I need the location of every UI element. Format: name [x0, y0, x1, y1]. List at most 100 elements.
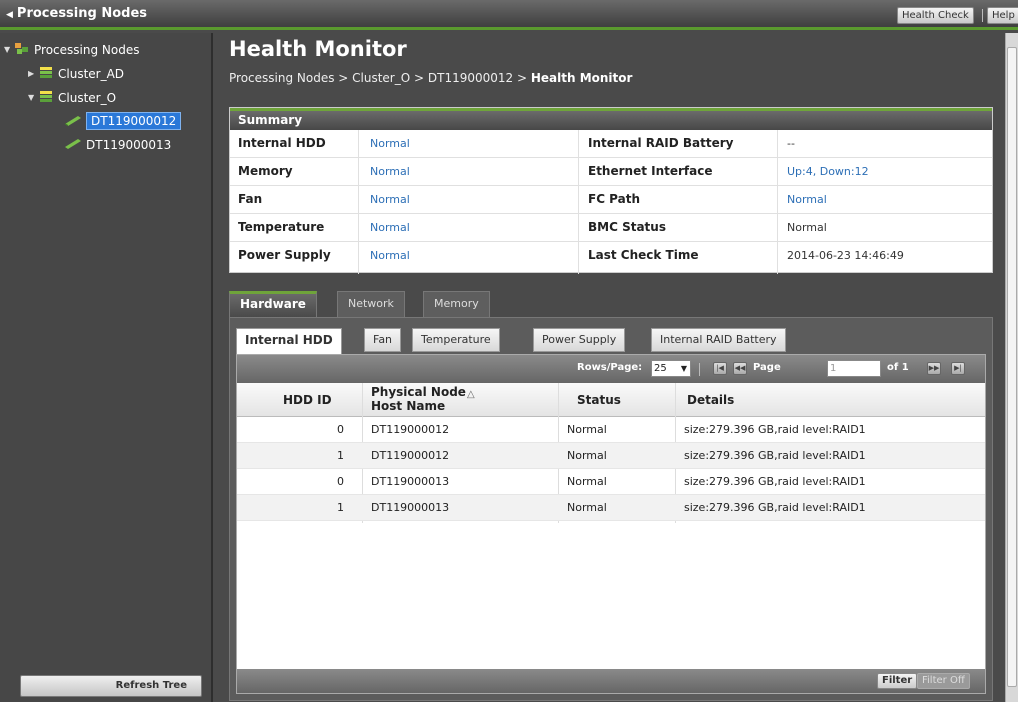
cluster-icon: [38, 65, 54, 82]
expand-arrow-icon[interactable]: ▼: [28, 93, 38, 102]
summary-key: Memory: [238, 164, 293, 178]
vertical-scrollbar[interactable]: [1005, 33, 1018, 702]
summary-row: Power Supply Normal Last Check Time 2014…: [230, 242, 992, 270]
page-label: Page: [753, 362, 781, 373]
tree-item-label: Cluster_AD: [58, 66, 125, 81]
last-page-icon[interactable]: ▶|: [951, 362, 965, 375]
chevron-down-icon: ▼: [680, 364, 687, 373]
first-page-icon[interactable]: |◀: [713, 362, 727, 375]
breadcrumb-path[interactable]: Processing Nodes > Cluster_O > DT1190000…: [229, 71, 531, 85]
summary-value: Normal: [787, 221, 827, 234]
app-frame: ◀ Processing Nodes Health Check Help ▼ Pr…: [0, 0, 1018, 702]
tab-power-supply[interactable]: Power Supply: [533, 328, 626, 352]
summary-value: --: [787, 137, 795, 150]
navigation-tree: ▼ Processing Nodes ▶ Cluster_AD ▼ Cluste…: [0, 33, 213, 702]
tree-item-label: DT119000013: [86, 137, 172, 152]
page-input[interactable]: 1: [827, 360, 881, 377]
filter-off-button[interactable]: Filter Off: [917, 673, 970, 689]
cell-details: size:279.396 GB,raid level:RAID1: [684, 423, 866, 436]
cell-hdd-id: 0: [337, 423, 344, 436]
table-row[interactable]: 1 DT119000012 Normal size:279.396 GB,rai…: [237, 443, 985, 469]
cell-details: size:279.396 GB,raid level:RAID1: [684, 475, 866, 488]
tab-internal-raid-battery[interactable]: Internal RAID Battery: [651, 328, 786, 352]
summary-value[interactable]: Normal: [370, 249, 410, 262]
cell-hdd-id: 1: [337, 501, 344, 514]
tree-item-dt119000013[interactable]: DT119000013: [64, 137, 171, 152]
cell-status: Normal: [567, 475, 607, 488]
rows-per-page-select[interactable]: 25 ▼: [651, 360, 691, 377]
summary-key: Last Check Time: [588, 248, 699, 262]
summary-value[interactable]: Up:4, Down:12: [787, 165, 869, 178]
tab-network[interactable]: Network: [337, 291, 405, 317]
top-bar: ◀ Processing Nodes Health Check Help: [0, 0, 1018, 30]
summary-heading: Summary: [230, 108, 992, 130]
node-icon: [64, 137, 82, 152]
cell-details: size:279.396 GB,raid level:RAID1: [684, 449, 866, 462]
tree-item-label: Processing Nodes: [34, 42, 140, 57]
tree-item-label: Cluster_O: [58, 90, 117, 105]
column-header-host-name[interactable]: Physical Node Host Name: [371, 385, 501, 419]
summary-panel: Summary Internal HDD Normal Internal RAI…: [229, 107, 993, 274]
collapse-left-icon[interactable]: ◀: [6, 10, 13, 20]
refresh-tree-button[interactable]: Refresh Tree: [20, 675, 202, 697]
hdd-table: Rows/Page: 25 ▼ |◀ ◀◀ Page 1 of 1 ▶▶ ▶| …: [236, 354, 986, 694]
table-row[interactable]: 0 DT119000013 Normal size:279.396 GB,rai…: [237, 469, 985, 495]
panel-title[interactable]: ◀ Processing Nodes: [6, 6, 147, 21]
expand-arrow-icon[interactable]: ▼: [4, 45, 14, 54]
summary-key: Ethernet Interface: [588, 164, 713, 178]
previous-page-icon[interactable]: ◀◀: [733, 362, 747, 375]
cell-host-name: DT119000013: [371, 475, 450, 488]
next-page-icon[interactable]: ▶▶: [927, 362, 941, 375]
tab-hardware[interactable]: Hardware: [229, 291, 317, 317]
summary-key: Temperature: [238, 220, 325, 234]
filter-button[interactable]: Filter: [877, 673, 918, 689]
cell-details: size:279.396 GB,raid level:RAID1: [684, 501, 866, 514]
cell-host-name: DT119000012: [371, 423, 450, 436]
table-row[interactable]: 0 DT119000012 Normal size:279.396 GB,rai…: [237, 417, 985, 443]
table-header: HDD ID Physical Node Host Name △ Status …: [237, 383, 985, 417]
tree-item-dt119000012[interactable]: DT119000012: [64, 112, 182, 130]
health-check-button[interactable]: Health Check: [897, 7, 974, 24]
tab-fan[interactable]: Fan: [364, 328, 402, 352]
cell-host-name: DT119000013: [371, 501, 450, 514]
help-button[interactable]: Help: [987, 7, 1018, 24]
tab-temperature[interactable]: Temperature: [412, 328, 500, 352]
summary-key: BMC Status: [588, 220, 666, 234]
cell-hdd-id: 0: [337, 475, 344, 488]
tree-item-cluster-o[interactable]: ▼ Cluster_O: [28, 89, 116, 106]
summary-value[interactable]: Normal: [787, 193, 827, 206]
rows-per-page-label: Rows/Page:: [577, 362, 643, 373]
collapsed-arrow-icon[interactable]: ▶: [28, 69, 38, 78]
divider: [982, 9, 983, 22]
summary-value[interactable]: Normal: [370, 137, 410, 150]
summary-value[interactable]: Normal: [370, 165, 410, 178]
tab-internal-hdd[interactable]: Internal HDD: [236, 328, 342, 355]
column-header-label: Physical Node Host Name: [371, 385, 466, 413]
tree-item-cluster-ad[interactable]: ▶ Cluster_AD: [28, 65, 124, 82]
summary-value[interactable]: Normal: [370, 193, 410, 206]
cell-status: Normal: [567, 501, 607, 514]
tree-item-processing-nodes[interactable]: ▼ Processing Nodes: [4, 41, 139, 58]
rows-per-page-value: 25: [654, 363, 667, 374]
page-count: of 1: [887, 362, 909, 373]
scrollbar-thumb[interactable]: [1007, 47, 1017, 687]
summary-key: Fan: [238, 192, 263, 206]
summary-row: Memory Normal Ethernet Interface Up:4, D…: [230, 158, 992, 186]
page-title: Health Monitor: [229, 37, 407, 61]
breadcrumb: Processing Nodes > Cluster_O > DT1190000…: [229, 71, 632, 85]
hardware-panel: Internal HDD Fan Temperature Power Suppl…: [229, 317, 993, 701]
summary-row: Internal HDD Normal Internal RAID Batter…: [230, 130, 992, 158]
divider: [699, 363, 700, 376]
cell-status: Normal: [567, 423, 607, 436]
breadcrumb-current: Health Monitor: [530, 71, 633, 85]
summary-value[interactable]: Normal: [370, 221, 410, 234]
summary-key: Power Supply: [238, 248, 331, 262]
summary-row: Fan Normal FC Path Normal: [230, 186, 992, 214]
table-row[interactable]: 1 DT119000013 Normal size:279.396 GB,rai…: [237, 495, 985, 521]
cell-hdd-id: 1: [337, 449, 344, 462]
tab-memory[interactable]: Memory: [423, 291, 490, 317]
table-toolbar: Rows/Page: 25 ▼ |◀ ◀◀ Page 1 of 1 ▶▶ ▶|: [237, 355, 985, 383]
summary-key: Internal RAID Battery: [588, 136, 734, 150]
summary-key: FC Path: [588, 192, 641, 206]
cell-host-name: DT119000012: [371, 449, 450, 462]
